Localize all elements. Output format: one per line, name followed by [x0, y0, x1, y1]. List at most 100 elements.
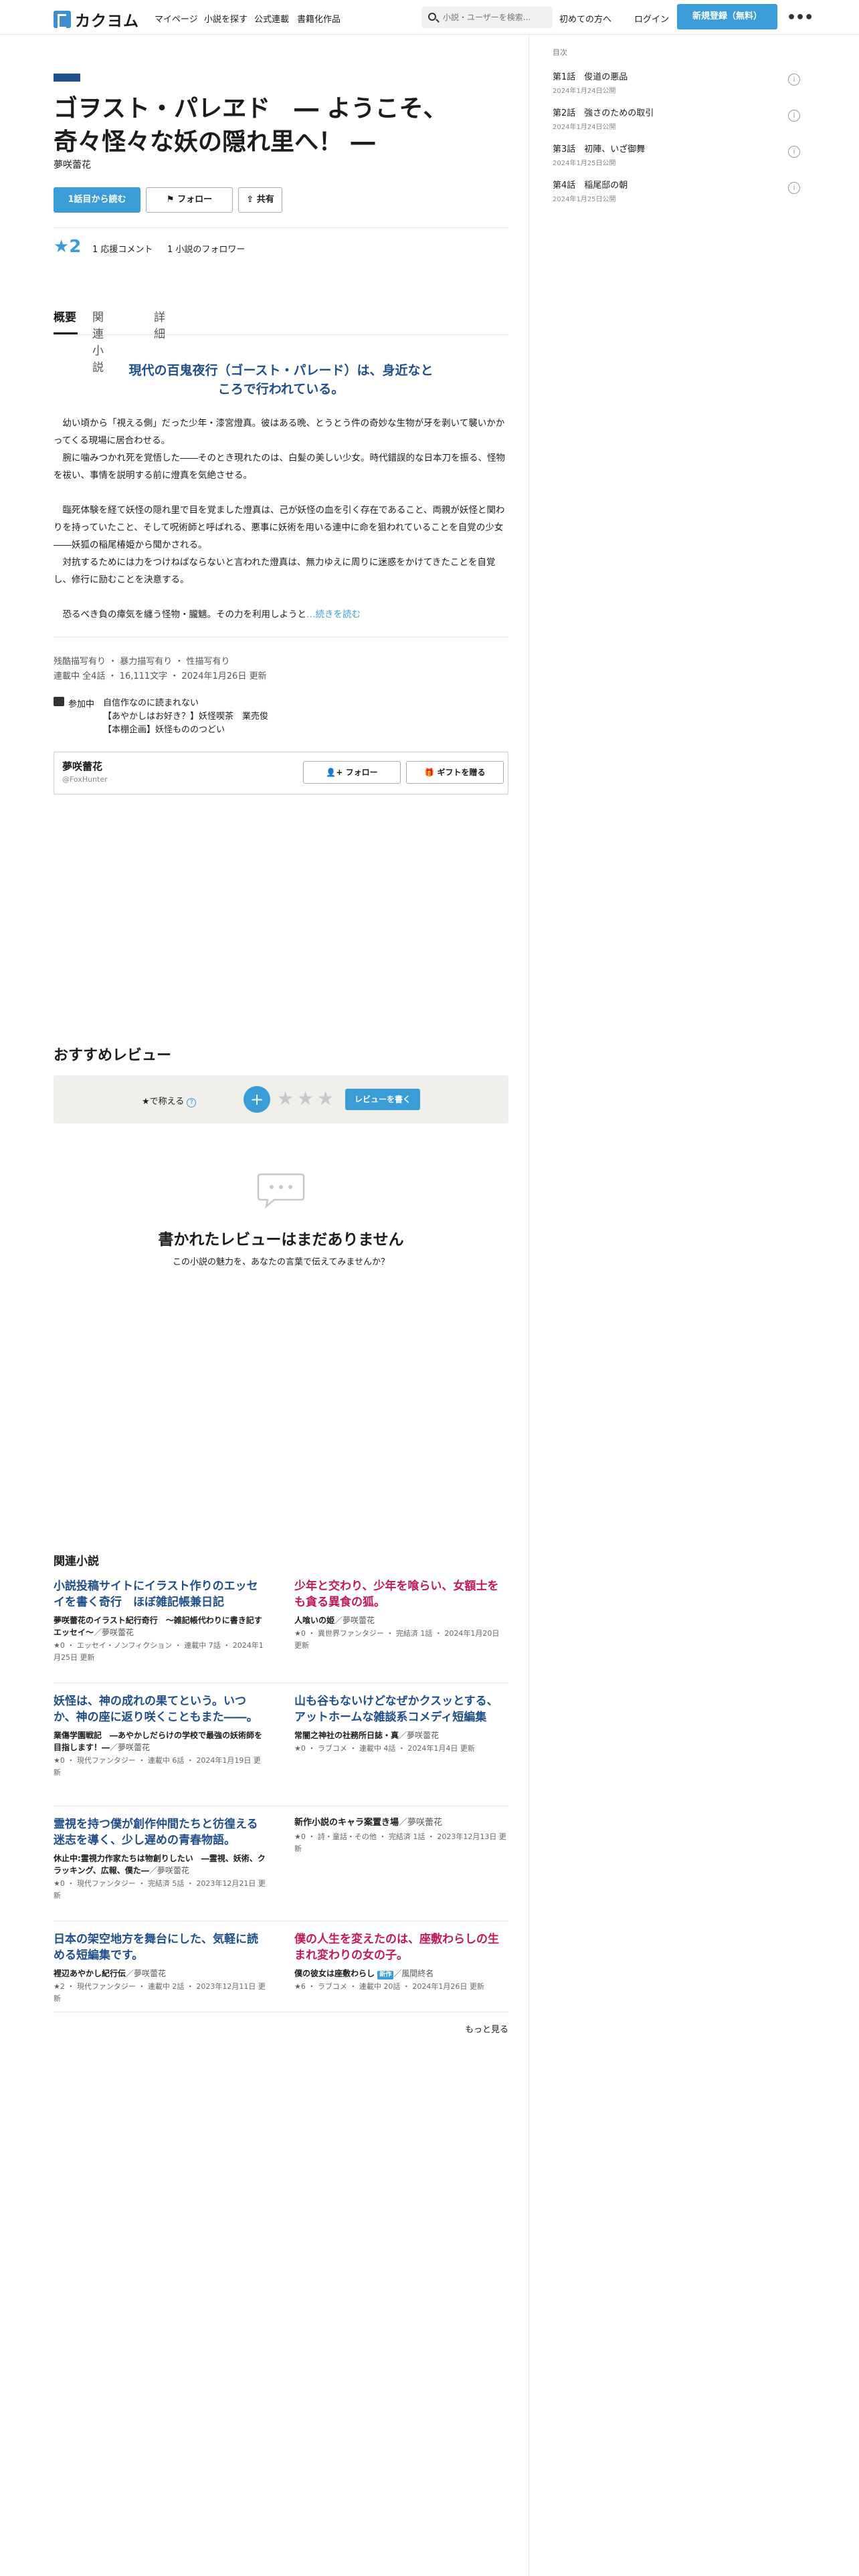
- info-icon[interactable]: i: [788, 146, 800, 158]
- nav-find-novels[interactable]: 小説を探す: [204, 12, 248, 25]
- episode-title[interactable]: 第3話 初陣、いざ御舞: [553, 142, 800, 154]
- read-more-link[interactable]: …続きを読む: [306, 609, 361, 620]
- related-item[interactable]: 霊視を持つ僕が創作仲間たちと彷徨える迷志を導く、少し遅めの青春物語。 休止中:霊…: [54, 1816, 268, 1902]
- author-card-id: @FoxHunter: [62, 775, 108, 784]
- related-author: ／夢咲蕾花: [335, 1616, 375, 1625]
- author-link[interactable]: 夢咲蕾花: [54, 158, 91, 171]
- info-icon[interactable]: i: [788, 74, 800, 86]
- info-icon[interactable]: i: [788, 182, 800, 194]
- follower-count[interactable]: 1 小説のフォロワー: [167, 242, 245, 255]
- no-reviews-subtitle: この小説の魅力を、あなたの言葉で伝えてみませんか？: [173, 1257, 389, 1267]
- related-catch[interactable]: 日本の架空地方を舞台にした、気軽に読める短編集です。: [54, 1931, 268, 1963]
- write-review-button[interactable]: レビューを書く: [345, 1089, 420, 1110]
- toc-item[interactable]: 第2話 強さのための取引 2024年1月24日公開 i: [553, 106, 800, 135]
- related-meta: ★0 ・ 異世界ファンタジー ・ 完結済 1話 ・ 2024年1月20日 更新: [294, 1629, 500, 1650]
- related-title[interactable]: 夢咲蕾花のイラスト紀行奇行 ～雑記帳代わりに書き記すエッセイ～／夢咲蕾花: [54, 1614, 268, 1638]
- toc-label: 目次: [553, 48, 567, 57]
- related-meta: ★0 ・ エッセイ・ノンフィクション ・ 連載中 7話 ・ 2024年1月25日…: [54, 1641, 264, 1662]
- related-title-text: 夢咲蕾花のイラスト紀行奇行 ～雑記帳代わりに書き記すエッセイ～: [54, 1616, 262, 1637]
- star-icon[interactable]: ★: [297, 1089, 314, 1109]
- related-item[interactable]: 新作小説のキャラ案置き場／夢咲蕾花 ★0 ・ 詩・童話・その他 ・ 完結済 1話…: [294, 1816, 508, 1855]
- divider: [54, 227, 508, 228]
- episode-date: 2024年1月25日公開: [553, 196, 616, 203]
- related-title-text: 人喰いの姫: [294, 1616, 335, 1625]
- site-logo[interactable]: カクヨム: [54, 8, 139, 31]
- related-catch[interactable]: 妖怪は、神の成れの果てという。いつか、神の座に返り咲くこともまた――。: [54, 1693, 268, 1725]
- related-heading: 関連小説: [54, 1555, 99, 1568]
- author-card: 夢咲蕾花 @FoxHunter 👤+ フォロー 🎁 ギフトを贈る: [54, 752, 508, 794]
- related-catch[interactable]: 小説投稿サイトにイラスト作りのエッセイを書く奇行 ほぼ雑記帳兼日記: [54, 1578, 268, 1610]
- related-title[interactable]: 常闇之神社の社務所日誌・真／夢咲蕾花: [294, 1729, 508, 1741]
- toc-item[interactable]: 第1話 俊道の悪品 2024年1月24日公開 i: [553, 70, 800, 99]
- author-card-name[interactable]: 夢咲蕾花: [62, 759, 102, 773]
- star-icon[interactable]: ★: [277, 1089, 294, 1109]
- related-catch[interactable]: 霊視を持つ僕が創作仲間たちと彷徨える迷志を導く、少し遅めの青春物語。: [54, 1816, 268, 1848]
- nav-official-series[interactable]: 公式連載: [254, 12, 289, 25]
- search-input[interactable]: [443, 7, 550, 28]
- related-title-text: 新作小説のキャラ案置き場: [294, 1818, 399, 1828]
- bookmark-icon: ⚑: [166, 195, 178, 205]
- follow-work-button[interactable]: ⚑ フォロー: [146, 187, 233, 213]
- follow-label: フォロー: [177, 195, 213, 205]
- star-icon[interactable]: ★: [317, 1089, 334, 1109]
- event-item[interactable]: 【本棚企画】妖怪もののつどい: [103, 724, 268, 737]
- follow-author-button[interactable]: 👤+ フォロー: [303, 761, 401, 784]
- help-icon[interactable]: ?: [187, 1098, 197, 1107]
- related-item[interactable]: 日本の架空地方を舞台にした、気軽に読める短編集です。 裡辺あやかし紀行伝／夢咲蕾…: [54, 1931, 268, 2005]
- site-header: カクヨム マイページ 小説を探す 公式連載 書籍化作品 初めての方へ ログイン …: [0, 0, 859, 35]
- more-menu-icon[interactable]: •••: [787, 9, 814, 26]
- related-item[interactable]: 小説投稿サイトにイラスト作りのエッセイを書く奇行 ほぼ雑記帳兼日記 夢咲蕾花のイ…: [54, 1578, 268, 1664]
- related-item[interactable]: 妖怪は、神の成れの果てという。いつか、神の座に返り咲くこともまた――。 業傷学園…: [54, 1693, 268, 1779]
- send-gift-button[interactable]: 🎁 ギフトを贈る: [406, 761, 504, 784]
- related-title[interactable]: 僕の彼女は座敷わらし 新作 ／風間終名: [294, 1967, 508, 1979]
- info-icon[interactable]: i: [788, 110, 800, 122]
- user-plus-icon: 👤+: [326, 768, 346, 777]
- related-catch[interactable]: 山も谷もないけどなぜかクスッとする、アットホームな雑談系コメディ短編集: [294, 1693, 508, 1725]
- cheer-comment-count[interactable]: 1 応援コメント: [92, 242, 153, 255]
- event-item[interactable]: 自信作なのに読まれない: [103, 697, 268, 710]
- review-panel: ★で称える? + ★ ★ ★ レビューを書く: [54, 1075, 508, 1123]
- star-prompt-label: ★で称える: [142, 1097, 185, 1107]
- related-item[interactable]: 少年と交わり、少年を喰らい、女額士をも貪る異食の狐。 人喰いの姫／夢咲蕾花 ★0…: [294, 1578, 508, 1652]
- search-icon[interactable]: [428, 13, 436, 21]
- related-title[interactable]: 人喰いの姫／夢咲蕾花: [294, 1614, 508, 1626]
- related-item[interactable]: 山も谷もないけどなぜかクスッとする、アットホームな雑談系コメディ短編集 常闇之神…: [294, 1693, 508, 1755]
- related-title[interactable]: 新作小説のキャラ案置き場／夢咲蕾花: [294, 1816, 508, 1830]
- logo-text: カクヨム: [75, 13, 139, 30]
- logo-mark-icon: [54, 11, 71, 29]
- gift-icon: 🎁: [424, 768, 438, 777]
- work-title: ゴヲスト・パレヱド ― ようこそ、奇々怪々な妖の隠れ里へ！ ―: [54, 95, 448, 156]
- toc-item[interactable]: 第4話 稲尾邸の朝 2024年1月25日公開 i: [553, 178, 800, 207]
- login-link[interactable]: ログイン: [634, 12, 669, 25]
- introduction: 幼い頃から「視える側」だった少年・漆宮燈真。彼はある晩、とうとう件の奇妙な生物が…: [54, 415, 508, 623]
- episode-title[interactable]: 第2話 強さのための取引: [553, 106, 800, 118]
- related-title[interactable]: 休止中:霊視力作家たちは物創りしたい ―霊視、妖術、クラッキング、広報、僕た―／…: [54, 1852, 268, 1876]
- signup-button[interactable]: 新規登録（無料）: [677, 4, 777, 29]
- introduction-text: 幼い頃から「視える側」だった少年・漆宮燈真。彼はある晩、とうとう件の奇妙な生物が…: [54, 418, 505, 620]
- see-more-link[interactable]: もっと見る: [442, 2022, 508, 2035]
- event-item[interactable]: 【あやかしはお好き？】妖怪喫茶 業売俊: [103, 710, 268, 724]
- toc-item[interactable]: 第3話 初陣、いざ御舞 2024年1月25日公開 i: [553, 142, 800, 171]
- related-item[interactable]: 僕の人生を変えたのは、座敷わらしの生まれ変わりの女の子。 僕の彼女は座敷わらし …: [294, 1931, 508, 1993]
- add-star-button[interactable]: +: [244, 1086, 270, 1113]
- share-button[interactable]: ⇪ 共有: [238, 187, 282, 213]
- nav-published-works[interactable]: 書籍化作品: [297, 12, 341, 25]
- work-accent-bar: [54, 74, 80, 82]
- related-catch[interactable]: 僕の人生を変えたのは、座敷わらしの生まれ変わりの女の子。: [294, 1931, 508, 1963]
- related-title-text: 裡辺あやかし紀行伝: [54, 1969, 126, 1978]
- nav-beginner[interactable]: 初めての方へ: [559, 12, 611, 25]
- nav-mypage[interactable]: マイページ: [155, 12, 198, 25]
- tab-detail[interactable]: 詳細: [154, 308, 165, 341]
- episode-title[interactable]: 第4話 稲尾邸の朝: [553, 178, 800, 191]
- related-title[interactable]: 裡辺あやかし紀行伝／夢咲蕾花: [54, 1967, 268, 1979]
- read-first-episode-button[interactable]: 1話目から読む: [54, 187, 140, 213]
- related-catch[interactable]: 少年と交わり、少年を喰らい、女額士をも貪る異食の狐。: [294, 1578, 508, 1610]
- event-list: 自信作なのに読まれない 【あやかしはお好き？】妖怪喫茶 業売俊 【本棚企画】妖怪…: [103, 697, 268, 737]
- related-title[interactable]: 業傷学園戦記 ―あやかしだらけの学校で最強の妖術師を目指します！―／夢咲蕾花: [54, 1729, 268, 1753]
- tab-related[interactable]: 関連小説: [92, 308, 104, 374]
- related-meta: ★0 ・ ラブコメ ・ 連載中 4話 ・ 2024年1月4日 更新: [294, 1744, 475, 1753]
- episode-title[interactable]: 第1話 俊道の悪品: [553, 70, 800, 82]
- no-reviews-title: 書かれたレビューはまだありません: [158, 1231, 404, 1249]
- tab-overview[interactable]: 概要: [54, 308, 78, 334]
- follow-author-label: フォロー: [345, 768, 378, 777]
